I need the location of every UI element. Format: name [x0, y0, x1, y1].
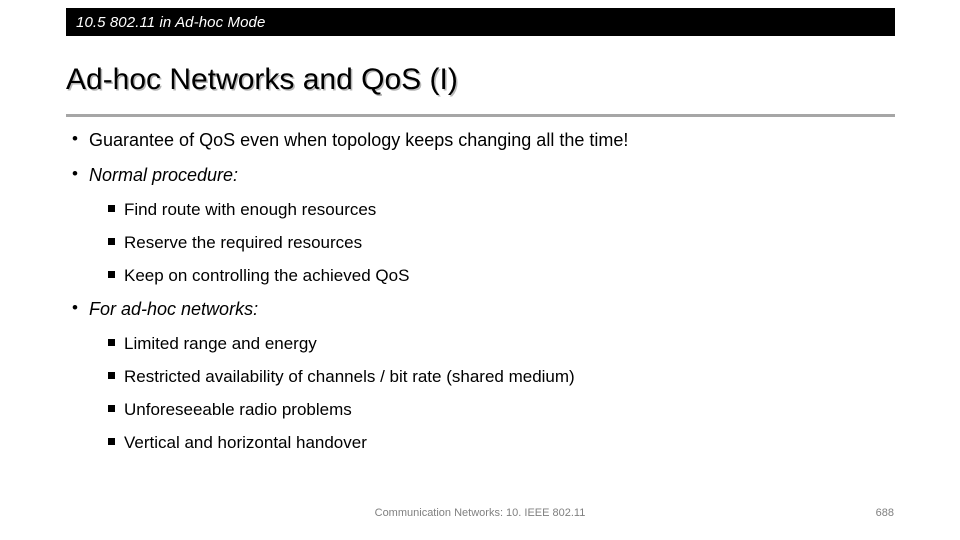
page-number: 688 — [875, 507, 894, 519]
sub-bullet-item: Keep on controlling the achieved QoS — [66, 267, 895, 284]
sub-bullet-text: Keep on controlling the achieved QoS — [124, 266, 410, 285]
sub-bullet-text: Unforeseeable radio problems — [124, 400, 352, 419]
sub-bullet-item: Vertical and horizontal handover — [66, 434, 895, 451]
sub-bullet-item: Unforeseeable radio problems — [66, 401, 895, 418]
sub-bullet-text: Restricted availability of channels / bi… — [124, 367, 575, 386]
bullet-item: For ad-hoc networks: — [66, 299, 895, 319]
sub-bullet-item: Restricted availability of channels / bi… — [66, 368, 895, 385]
sub-bullet-item: Reserve the required resources — [66, 234, 895, 251]
footer-note: Communication Networks: 10. IEEE 802.11 — [374, 507, 586, 519]
bullet-text: For ad-hoc networks: — [89, 299, 259, 319]
page-title: Ad-hoc Networks and QoS (I) — [66, 63, 458, 96]
section-header-label: 10.5 802.11 in Ad-hoc Mode — [76, 13, 266, 31]
sub-bullet-item: Find route with enough resources — [66, 201, 895, 218]
sub-bullet-text: Vertical and horizontal handover — [124, 433, 367, 452]
bullet-text: Guarantee of QoS even when topology keep… — [89, 130, 629, 150]
bullet-item: Normal procedure: — [66, 165, 895, 185]
slide: 10.5 802.11 in Ad-hoc Mode Ad-hoc Networ… — [0, 0, 960, 540]
sub-bullet-item: Limited range and energy — [66, 335, 895, 352]
sub-bullet-text: Find route with enough resources — [124, 200, 377, 219]
sub-bullet-group: Find route with enough resources Reserve… — [66, 201, 895, 284]
title-divider — [66, 114, 895, 117]
slide-body: Guarantee of QoS even when topology keep… — [66, 130, 895, 467]
sub-bullet-text: Reserve the required resources — [124, 233, 363, 252]
bullet-text: Normal procedure: — [89, 165, 239, 185]
section-header-bar: 10.5 802.11 in Ad-hoc Mode — [66, 8, 895, 36]
bullet-item: Guarantee of QoS even when topology keep… — [66, 130, 895, 150]
sub-bullet-text: Limited range and energy — [124, 334, 317, 353]
sub-bullet-group: Limited range and energy Restricted avai… — [66, 335, 895, 451]
